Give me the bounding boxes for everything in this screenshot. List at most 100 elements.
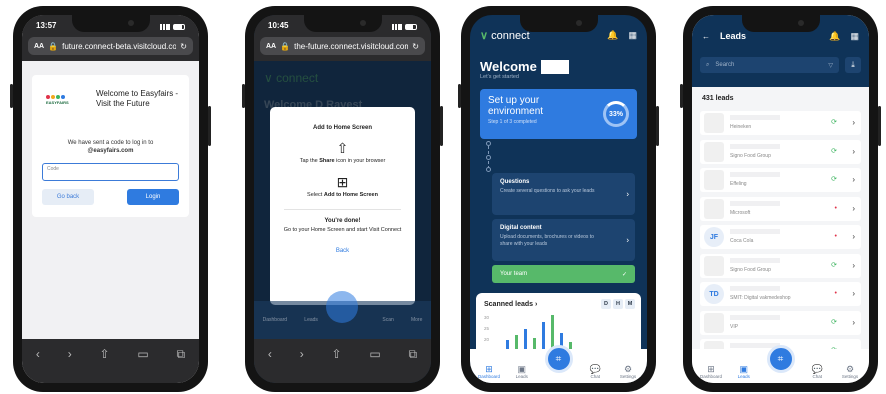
tab-leads[interactable]: ▣ Leads: [733, 364, 755, 379]
reload-icon[interactable]: ↻: [412, 42, 419, 51]
y-tick-label: 20: [484, 337, 490, 342]
scan-icon: ⌗: [555, 353, 562, 365]
download-icon: ⤓: [851, 60, 855, 69]
chevron-right-icon: ›: [852, 232, 855, 241]
forward-arrow-icon[interactable]: ›: [68, 347, 72, 361]
task-title: Questions: [500, 179, 530, 185]
lead-row[interactable]: Microsoft • ›: [700, 196, 861, 221]
qr-icon[interactable]: ▦: [628, 30, 637, 41]
url-text[interactable]: future.connect-beta.visitcloud.com: [62, 42, 176, 51]
code-input[interactable]: Code: [42, 163, 179, 181]
chevron-right-icon: ›: [852, 118, 855, 127]
welcome-heading: Welcome to Easyfairs - Visit the Future: [96, 89, 179, 108]
chat-icon: 💬: [589, 364, 601, 374]
scan-fab-button[interactable]: ⌗: [766, 345, 795, 373]
url-text[interactable]: the-future.connect.visitcloud.com: [294, 42, 408, 51]
back-arrow-icon[interactable]: ‹: [268, 347, 272, 361]
bookmarks-icon[interactable]: ▭: [369, 347, 380, 361]
status-time: 13:57: [36, 21, 57, 30]
timeline-dot: [486, 141, 491, 146]
code-sent-text: We have sent a code to log in to @easyfa…: [42, 139, 179, 155]
task-digital-content[interactable]: Digital content Upload documents, brochu…: [492, 219, 635, 261]
bookmarks-icon[interactable]: ▭: [137, 347, 148, 361]
reader-mode-button[interactable]: AA: [34, 43, 44, 50]
tabs-icon[interactable]: ⧉: [408, 347, 417, 362]
modal-back-button[interactable]: Back: [280, 248, 405, 254]
battery-icon: [405, 24, 417, 30]
lead-row[interactable]: Signo Food Group ⟳ ›: [700, 139, 861, 164]
step-share-text: Tap the Share icon in your browser: [299, 158, 386, 164]
range-day-button[interactable]: D: [601, 299, 611, 309]
task-desc: Create several questions to ask your lea…: [500, 188, 595, 194]
lead-row[interactable]: VIP ⟳ ›: [700, 310, 861, 335]
redacted-name: [540, 59, 569, 74]
avatar: TD: [704, 284, 724, 304]
lead-row[interactable]: Heineken ⟳ ›: [700, 111, 861, 135]
progress-ring: 33%: [603, 101, 629, 127]
contact-card-icon: ▣: [739, 364, 748, 374]
range-hour-button[interactable]: H: [613, 299, 623, 309]
lead-row[interactable]: Effeling ⟳ ›: [700, 168, 861, 192]
tab-settings[interactable]: ⚙ Settings: [617, 364, 639, 379]
tab-chat[interactable]: 💬 Chat: [806, 364, 828, 379]
redacted-name: [730, 200, 780, 206]
reader-mode-button[interactable]: AA: [266, 43, 276, 50]
task-desc: Upload documents, brochures or videos to…: [500, 234, 594, 247]
share-icon[interactable]: ⇧: [99, 347, 109, 361]
gear-icon: ⚙: [845, 364, 855, 374]
chart-bar: [542, 322, 545, 349]
bell-icon[interactable]: 🔔: [607, 30, 618, 41]
lock-icon: 🔒: [48, 41, 59, 51]
browser-url-bar[interactable]: AA 🔒 future.connect-beta.visitcloud.com …: [28, 37, 193, 55]
leads-list: Heineken ⟳ › Signo Food Group ⟳ › Effeling ⟳ › Mi…: [700, 111, 861, 368]
phone-screen: 10:45 AA 🔒 the-future.connect.visitcloud…: [254, 15, 431, 383]
leads-count: 431 leads: [702, 95, 734, 102]
filter-icon[interactable]: ▽: [828, 62, 833, 69]
redacted-name: [730, 229, 780, 234]
modal-title: Add to Home Screen: [312, 125, 372, 131]
chart-bar: [524, 329, 527, 349]
go-back-button[interactable]: Go back: [42, 189, 94, 205]
search-input[interactable]: ⌕ Search ▽: [700, 57, 839, 73]
redacted-name: [730, 314, 780, 320]
share-icon[interactable]: ⇧: [331, 347, 341, 361]
forward-arrow-icon[interactable]: ›: [300, 347, 304, 361]
tab-dashboard[interactable]: ⊞ Dashboard: [700, 364, 722, 379]
task-your-team[interactable]: Your team ✓: [492, 265, 635, 283]
chart-bar: [515, 335, 518, 349]
tab-leads[interactable]: ▣ Leads: [511, 364, 533, 379]
lead-row[interactable]: JF Coca Cola • ›: [700, 225, 861, 249]
bell-icon[interactable]: 🔔: [829, 31, 840, 42]
lead-row[interactable]: TD SMIT: Digital vakmedeshop • ›: [700, 282, 861, 306]
tab-settings[interactable]: ⚙ Settings: [839, 364, 861, 379]
browser-url-bar[interactable]: AA 🔒 the-future.connect.visitcloud.com ↻: [260, 37, 425, 55]
back-arrow-icon[interactable]: ‹: [36, 347, 40, 361]
redacted-name: [730, 286, 780, 291]
synced-icon: ⟳: [831, 176, 837, 183]
back-arrow-icon[interactable]: ←: [702, 32, 710, 41]
tab-dashboard[interactable]: ⊞ Dashboard: [478, 364, 500, 379]
setup-card[interactable]: Set up your environment Step 1 of 3 comp…: [480, 89, 637, 139]
search-icon: ⌕: [706, 61, 710, 68]
welcome-heading: Welcome: [480, 59, 569, 74]
chevron-right-icon: ›: [852, 317, 855, 327]
synced-icon: ⟳: [831, 261, 837, 269]
scan-fab-button[interactable]: ⌗: [544, 345, 573, 373]
login-button[interactable]: Login: [127, 189, 179, 205]
tab-chat[interactable]: 💬 Chat: [584, 364, 606, 379]
reload-icon[interactable]: ↻: [180, 42, 187, 51]
battery-icon: [173, 24, 185, 30]
signal-icon: [160, 24, 170, 30]
company-name: SMIT: Digital vakmedeshop: [730, 295, 791, 301]
lock-icon: 🔒: [280, 41, 291, 51]
timeline-dot: [486, 155, 491, 160]
range-month-button[interactable]: M: [625, 299, 635, 309]
download-button[interactable]: ⤓: [845, 57, 861, 73]
easyfairs-logo: EASYFAIRS: [46, 95, 76, 105]
qr-icon[interactable]: ▦: [850, 31, 859, 42]
unsynced-dot-icon: •: [834, 290, 837, 297]
lead-row[interactable]: Signo Food Group ⟳ ›: [700, 253, 861, 278]
task-questions[interactable]: Questions Create several questions to as…: [492, 173, 635, 215]
redacted-name: [730, 257, 780, 263]
tabs-icon[interactable]: ⧉: [176, 347, 185, 362]
